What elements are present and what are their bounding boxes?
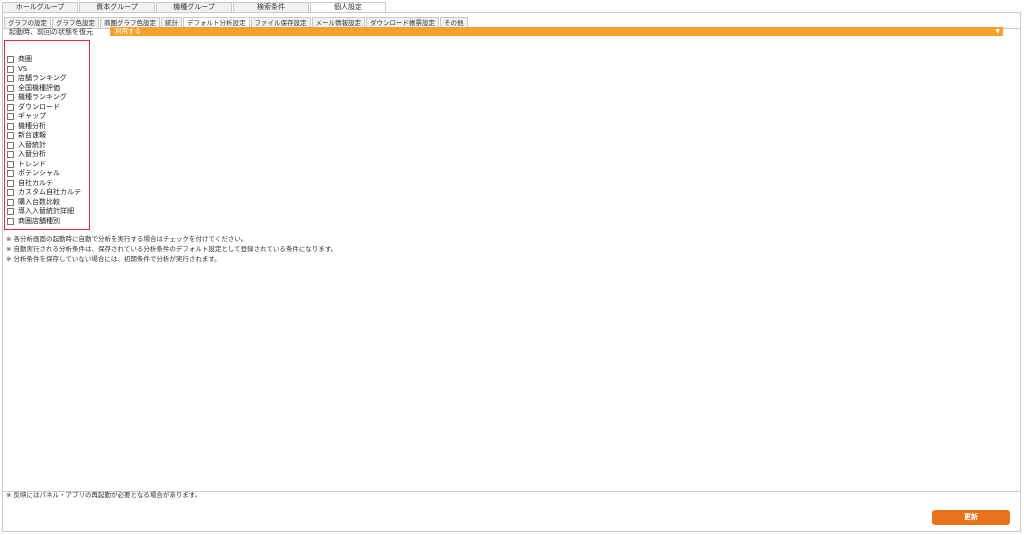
top-tab-capital-group[interactable]: 資本グループ (79, 2, 155, 12)
checkbox-row[interactable]: 機種分析 (7, 122, 46, 131)
checkbox-label: 新台速報 (18, 131, 46, 139)
checkbox-row[interactable]: 入替統計 (7, 141, 46, 150)
checkbox-row[interactable]: 購入台数比較 (7, 198, 60, 207)
checkbox[interactable] (7, 218, 14, 225)
checkbox[interactable] (7, 113, 14, 120)
checkbox-label: 自社カルテ (18, 179, 53, 187)
update-button[interactable]: 更新 (932, 510, 1010, 525)
checkbox-row[interactable]: 店舗ランキング (7, 74, 67, 83)
restore-state-value: 利用する (115, 27, 141, 35)
checkbox-label: 商圏 (18, 55, 32, 63)
checkbox[interactable] (7, 66, 14, 73)
checkbox-row[interactable]: VS (7, 65, 27, 74)
note-default-conditions: ※ 自動実行される分析条件は、保存されている分析条件のデフォルト設定として登録さ… (6, 245, 338, 253)
top-tab-hall-group[interactable]: ホールグループ (2, 2, 78, 12)
checkbox-row[interactable]: 新台速報 (7, 131, 46, 140)
note-initial-conditions: ※ 分析条件を保存していない場合には、初期条件で分析が実行されます。 (6, 255, 221, 263)
checkbox-row[interactable]: 入替分析 (7, 150, 46, 159)
restore-state-label: 起動時、前回の状態を復元 (9, 28, 93, 36)
checkbox-row[interactable]: ギャップ (7, 112, 46, 121)
checkbox[interactable] (7, 85, 14, 92)
checkbox-label: 入替分析 (18, 150, 46, 158)
checkbox[interactable] (7, 170, 14, 177)
checkbox-label: ダウンロード (18, 103, 60, 111)
checkbox[interactable] (7, 104, 14, 111)
auto-analysis-checkbox-group: 商圏 VS 店舗ランキング 全国機種評価 機種ランキング ダウンロード ギャップ… (4, 40, 90, 230)
footer-restart-note: ※ 反映にはパネル・アプリの再起動が必要となる場合があります。 (6, 491, 202, 499)
checkbox[interactable] (7, 208, 14, 215)
checkbox[interactable] (7, 189, 14, 196)
checkbox-row[interactable]: 導入入替統計詳細 (7, 207, 74, 216)
checkbox-label: ポテンシャル (18, 169, 60, 177)
checkbox-row[interactable]: ダウンロード (7, 103, 60, 112)
top-tab-model-group[interactable]: 機種グループ (156, 2, 232, 12)
checkbox[interactable] (7, 56, 14, 63)
checkbox-row[interactable]: トレンド (7, 160, 46, 169)
checkbox-label: 店舗ランキング (18, 74, 67, 82)
checkbox-row[interactable]: 自社カルテ (7, 179, 53, 188)
top-tab-search-conditions[interactable]: 検索条件 (233, 2, 309, 12)
checkbox[interactable] (7, 151, 14, 158)
checkbox-label: 機種分析 (18, 122, 46, 130)
checkbox-row[interactable]: カスタム自社カルテ (7, 188, 81, 197)
checkbox-label: 全国機種評価 (18, 84, 60, 92)
checkbox-row[interactable]: ポテンシャル (7, 169, 60, 178)
top-tab-bar: ホールグループ 資本グループ 機種グループ 検索条件 個人設定 (2, 2, 387, 12)
checkbox[interactable] (7, 132, 14, 139)
checkbox-label: トレンド (18, 160, 46, 168)
checkbox-label: 入替統計 (18, 141, 46, 149)
checkbox-row[interactable]: 商圏 (7, 55, 32, 64)
checkbox-label: 機種ランキング (18, 93, 67, 101)
checkbox-row[interactable]: 商圏店舗種別 (7, 217, 60, 226)
checkbox[interactable] (7, 199, 14, 206)
checkbox-label: VS (18, 65, 28, 73)
top-tab-personal-settings[interactable]: 個人設定 (310, 2, 386, 12)
checkbox[interactable] (7, 161, 14, 168)
checkbox-row[interactable]: 機種ランキング (7, 93, 67, 102)
checkbox[interactable] (7, 94, 14, 101)
chevron-down-icon: ▼ (995, 28, 1000, 35)
checkbox[interactable] (7, 180, 14, 187)
checkbox[interactable] (7, 123, 14, 130)
settings-frame: グラフの設定 グラフ色設定 商圏グラフ色設定 統計 デフォルト分析設定 ファイル… (2, 12, 1021, 532)
checkbox-label: 商圏店舗種別 (18, 217, 60, 225)
checkbox-label: カスタム自社カルテ (18, 188, 81, 196)
checkbox[interactable] (7, 142, 14, 149)
restore-state-select[interactable]: 利用する ▼ (110, 27, 1003, 36)
checkbox-label: 購入台数比較 (18, 198, 60, 206)
checkbox-label: 導入入替統計詳細 (18, 207, 74, 215)
checkbox-row[interactable]: 全国機種評価 (7, 84, 60, 93)
checkbox[interactable] (7, 75, 14, 82)
note-auto-analysis: ※ 各分析画面の起動時に自動で分析を実行する場合はチェックを付けてください。 (6, 235, 248, 243)
checkbox-label: ギャップ (18, 112, 46, 120)
